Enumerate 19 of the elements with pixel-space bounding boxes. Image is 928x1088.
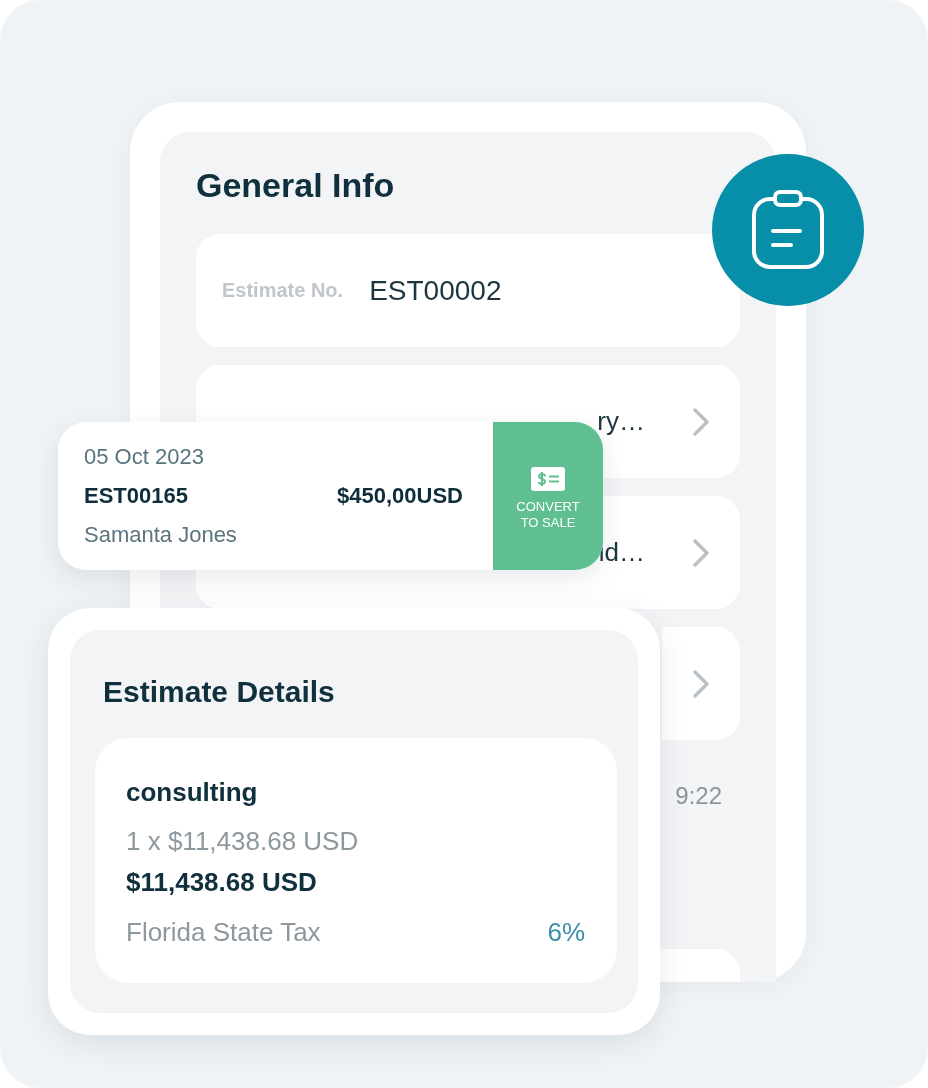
field-value: EST00002 [369, 274, 502, 307]
section-title: General Info [196, 165, 396, 205]
time-text: 9:22 [675, 781, 722, 811]
info-row[interactable] [662, 627, 740, 740]
item-total: $11,438.68 USD [126, 866, 318, 899]
item-quantity-price: 1 x $11,438.68 USD [126, 825, 360, 858]
item-name: consulting [126, 776, 259, 809]
field-label: Estimate No. [222, 279, 344, 302]
estimate-amount: $450,00USD [337, 482, 463, 510]
chevron-right-icon [693, 538, 710, 567]
tax-rate: 6% [547, 916, 585, 949]
chevron-right-icon [693, 407, 710, 436]
cash-icon [531, 467, 565, 491]
estimate-number: EST00165 [84, 482, 188, 510]
customer-name: Samanta Jones [84, 521, 238, 549]
tax-label: Florida State Tax [126, 916, 321, 949]
section-title: Estimate Details [103, 674, 336, 710]
chevron-right-icon [693, 669, 710, 698]
line-item-card[interactable]: consulting 1 x $11,438.68 USD $11,438.68 USD Florida State Tax 6% [95, 738, 617, 983]
